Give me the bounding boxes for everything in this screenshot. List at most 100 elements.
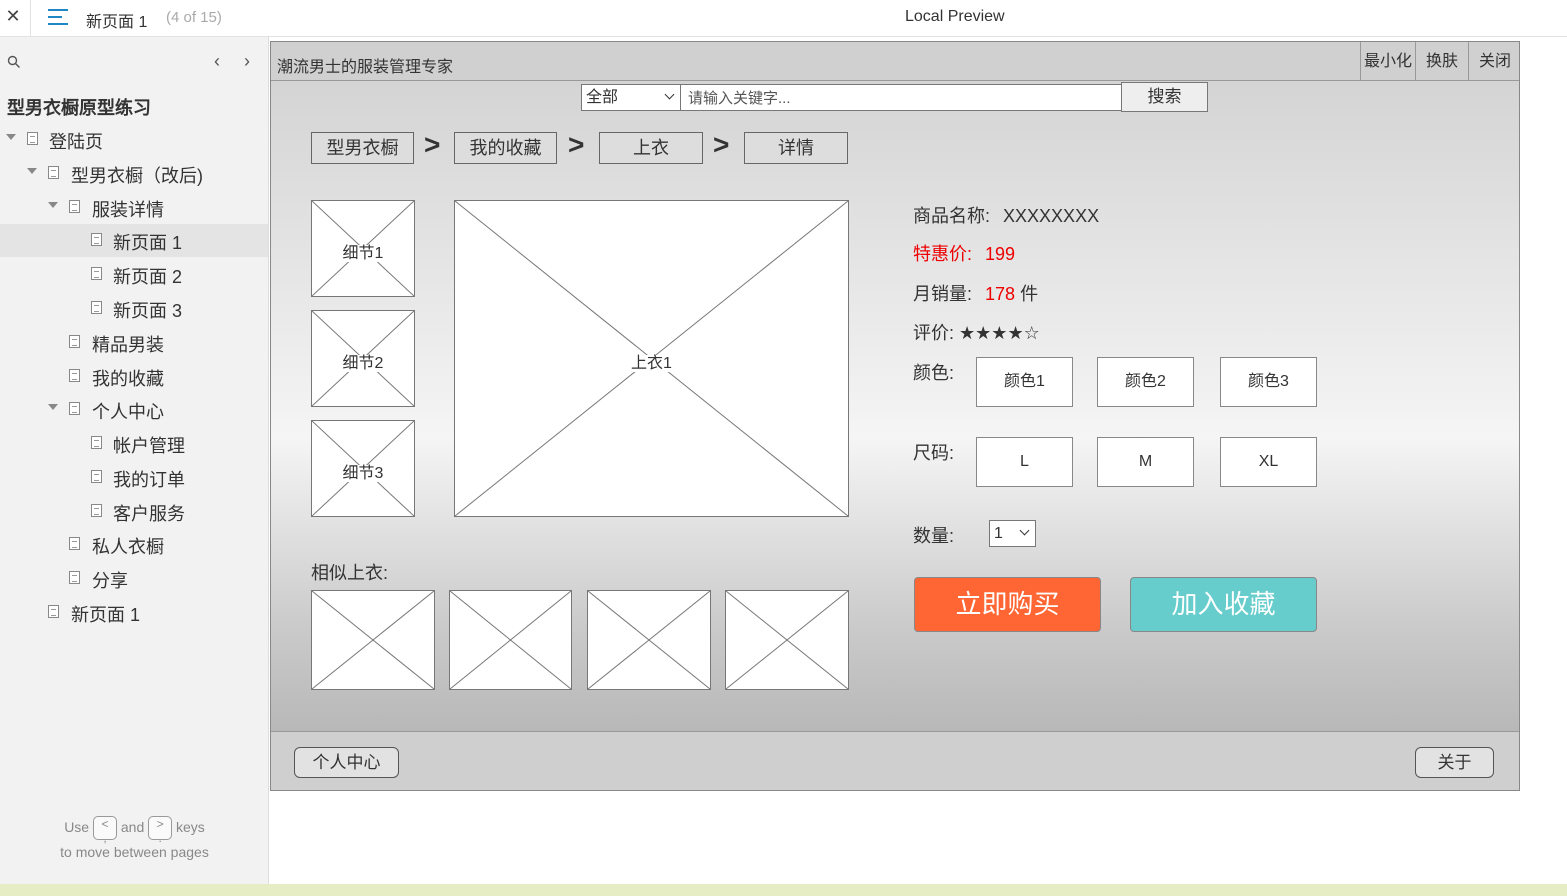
sales-row: 月销量: 178 件 xyxy=(913,280,1038,306)
similar-item-image[interactable] xyxy=(311,590,435,690)
breadcrumb-favorites[interactable]: 我的收藏 xyxy=(454,132,557,164)
page-icon xyxy=(27,132,38,145)
size-option-xl[interactable]: XL xyxy=(1220,437,1317,487)
quantity-select[interactable]: 1 xyxy=(989,520,1036,547)
tree-item-share[interactable]: 分享 xyxy=(0,562,268,595)
buy-now-button[interactable]: 立即购买 xyxy=(914,577,1101,632)
tree-item-label: 新页面 1 xyxy=(71,605,141,625)
detail-thumbnail[interactable]: 细节2 xyxy=(311,310,415,407)
thumbnail-label: 细节3 xyxy=(341,465,385,482)
product-name-row: 商品名称: XXXXXXXX xyxy=(913,202,1099,228)
project-title: 型男衣橱原型练习 xyxy=(7,98,151,118)
main-content: 全部 请输入关键字... 搜索 型男衣橱 > 我的收藏 > 上衣 > 详情 细节… xyxy=(271,81,1519,731)
tree-item-label: 我的订单 xyxy=(113,470,185,490)
minimize-button[interactable]: 最小化 xyxy=(1360,42,1415,81)
tree-item-favorites[interactable]: 我的收藏 xyxy=(0,360,268,393)
tree-item-service[interactable]: 客户服务 xyxy=(0,495,268,528)
about-button[interactable]: 关于 xyxy=(1415,747,1494,778)
product-name-value: XXXXXXXX xyxy=(1003,206,1100,226)
prev-page-icon[interactable]: ‹ xyxy=(214,51,220,72)
page-icon xyxy=(91,301,102,314)
tree-item-premium[interactable]: 精品男装 xyxy=(0,326,268,359)
thumbnail-label: 细节2 xyxy=(341,355,385,372)
tree-item-orders[interactable]: 我的订单 xyxy=(0,461,268,494)
tree-item-label: 分享 xyxy=(92,571,128,591)
page-icon xyxy=(48,605,59,618)
tree-item-personal-center[interactable]: 个人中心 xyxy=(0,393,268,426)
similar-item-image[interactable] xyxy=(449,590,572,690)
image-placeholder-icon xyxy=(312,591,434,689)
tree-item-account[interactable]: 帐户管理 xyxy=(0,427,268,460)
page-icon xyxy=(69,537,80,550)
size-option-l[interactable]: L xyxy=(976,437,1073,487)
image-placeholder-icon xyxy=(588,591,710,689)
help-text: keys xyxy=(176,819,205,835)
page-icon xyxy=(91,470,102,483)
add-favorite-button[interactable]: 加入收藏 xyxy=(1130,577,1317,632)
detail-thumbnail[interactable]: 细节3 xyxy=(311,420,415,517)
size-option-m[interactable]: M xyxy=(1097,437,1194,487)
tree-item-label: 精品男装 xyxy=(92,335,164,355)
search-icon[interactable] xyxy=(7,55,21,69)
tree-item-new-page-3[interactable]: 新页面 3 xyxy=(0,292,268,325)
breadcrumb-closet[interactable]: 型男衣橱 xyxy=(311,132,414,164)
expand-arrow-icon[interactable] xyxy=(48,404,58,410)
price-value: 199 xyxy=(985,244,1016,264)
main-image-label: 上衣1 xyxy=(630,355,673,372)
breadcrumb-separator: > xyxy=(568,129,585,160)
tree-item-label: 私人衣橱 xyxy=(92,537,164,557)
page-icon xyxy=(91,504,102,517)
close-icon[interactable]: ✕ xyxy=(5,6,21,27)
expand-arrow-icon[interactable] xyxy=(6,134,16,140)
keyboard-help: Use <, and >. keys to move between pages xyxy=(0,815,269,865)
next-page-icon[interactable]: › xyxy=(244,51,250,72)
color-option-2[interactable]: 颜色2 xyxy=(1097,357,1194,407)
tree-item-label: 型男衣橱（改后) xyxy=(71,166,203,186)
detail-thumbnail[interactable]: 细节1 xyxy=(311,200,415,297)
page-sidebar: ‹ › 型男衣橱原型练习 登陆页 型男衣橱（改后) 服装详情 新页面 1 新页面… xyxy=(0,37,269,896)
category-select[interactable]: 全部 xyxy=(581,84,681,111)
page-icon xyxy=(91,436,102,449)
chevron-down-icon xyxy=(1019,525,1030,536)
personal-center-button[interactable]: 个人中心 xyxy=(294,747,399,778)
tree-item-login[interactable]: 登陆页 xyxy=(0,123,268,156)
page-count: (4 of 15) xyxy=(166,9,222,26)
tree-item-new-page-1[interactable]: 新页面 1 xyxy=(0,224,268,257)
tree-item-private-closet[interactable]: 私人衣橱 xyxy=(0,528,268,561)
similar-item-image[interactable] xyxy=(587,590,711,690)
close-button[interactable]: 关闭 xyxy=(1468,42,1519,81)
color-option-3[interactable]: 颜色3 xyxy=(1220,357,1317,407)
tree-item-home[interactable]: 型男衣橱（改后) xyxy=(0,157,268,190)
page-icon xyxy=(69,335,80,348)
app-title: 潮流男士的服装管理专家 xyxy=(277,59,454,76)
search-input[interactable]: 请输入关键字... xyxy=(681,84,1123,111)
sales-label: 月销量: xyxy=(913,284,973,304)
current-page-name: 新页面 1 xyxy=(86,14,148,31)
expand-arrow-icon[interactable] xyxy=(27,168,37,174)
preview-topbar: ✕ 新页面 1 (4 of 15) Local Preview xyxy=(0,0,1567,37)
help-text: Use xyxy=(64,819,90,835)
similar-item-image[interactable] xyxy=(725,590,849,690)
star-rating-icon: ★★★★☆ xyxy=(959,323,1040,343)
help-text: and xyxy=(120,819,145,835)
breadcrumb-tops[interactable]: 上衣 xyxy=(599,132,703,164)
tree-item-clothing-detail[interactable]: 服装详情 xyxy=(0,191,268,224)
tree-item-label: 个人中心 xyxy=(92,402,164,422)
tree-item-label: 客户服务 xyxy=(113,504,185,524)
color-option-1[interactable]: 颜色1 xyxy=(976,357,1073,407)
skin-button[interactable]: 换肤 xyxy=(1415,42,1468,81)
right-key-icon: >. xyxy=(148,816,173,845)
qty-label: 数量: xyxy=(913,526,955,546)
page-icon xyxy=(69,402,80,415)
tree-item-new-page-2[interactable]: 新页面 2 xyxy=(0,258,268,291)
product-name-label: 商品名称: xyxy=(913,206,991,226)
tree-item-new-page-1-root[interactable]: 新页面 1 xyxy=(0,596,268,629)
tree-item-label: 新页面 2 xyxy=(113,267,183,287)
search-button[interactable]: 搜索 xyxy=(1121,82,1208,112)
menu-icon[interactable] xyxy=(48,9,68,26)
breadcrumb-detail[interactable]: 详情 xyxy=(744,132,848,164)
page-icon xyxy=(48,166,59,179)
expand-arrow-icon[interactable] xyxy=(48,202,58,208)
page-icon xyxy=(91,233,102,246)
color-label: 颜色: xyxy=(913,363,955,383)
